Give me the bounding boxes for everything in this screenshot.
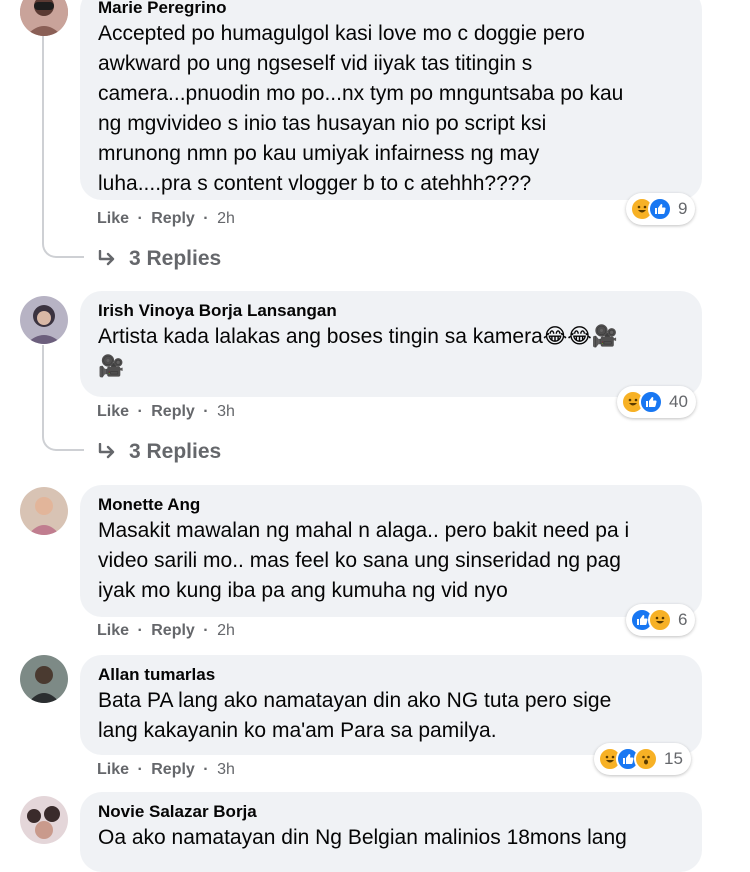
replies-label: 3 Replies — [129, 440, 222, 463]
reply-arrow-icon — [98, 250, 115, 266]
like-link[interactable]: Like — [97, 403, 129, 420]
separator: · — [137, 622, 143, 639]
reaction-summary[interactable]: 6 — [626, 604, 696, 636]
like-link[interactable]: Like — [97, 210, 129, 227]
reaction-count: 6 — [678, 610, 688, 629]
separator: · — [203, 403, 209, 420]
comment-author[interactable]: Monette Ang — [98, 494, 684, 516]
comment-bubble: Marie Peregrino Accepted po humagulgol k… — [80, 0, 702, 200]
comment-text: Accepted po humagulgol kasi love mo c do… — [98, 22, 624, 195]
comment-author[interactable]: Novie Salazar Borja — [98, 801, 684, 823]
separator: · — [203, 210, 209, 227]
comment-actions: Like · Reply · 3h — [97, 761, 235, 779]
replies-label: 3 Replies — [129, 247, 222, 270]
reply-link[interactable]: Reply — [151, 210, 195, 227]
comment-author[interactable]: Irish Vinoya Borja Lansangan — [98, 300, 684, 322]
comment-bubble: Monette Ang Masakit mawalan ng mahal n a… — [80, 485, 702, 617]
reaction-count: 15 — [664, 749, 683, 768]
comment-text: Oa ako namatayan din Ng Belgian malinios… — [98, 826, 627, 849]
comment-author[interactable]: Marie Peregrino — [98, 0, 684, 19]
avatar[interactable] — [20, 796, 68, 844]
avatar[interactable] — [20, 296, 68, 344]
comment-text: Masakit mawalan ng mahal n alaga.. pero … — [98, 519, 630, 602]
reaction-count: 40 — [669, 392, 688, 411]
like-icon — [648, 197, 672, 221]
thread-line — [42, 36, 44, 236]
avatar[interactable] — [20, 0, 68, 36]
view-replies-button[interactable]: 3 Replies — [97, 247, 221, 271]
separator: · — [203, 622, 209, 639]
haha-icon — [648, 608, 672, 632]
comment-bubble: Irish Vinoya Borja Lansangan Artista kad… — [80, 291, 702, 397]
reaction-count: 9 — [678, 199, 688, 218]
like-icon — [639, 390, 663, 414]
comment-actions: Like · Reply · 2h — [97, 622, 235, 640]
reply-link[interactable]: Reply — [151, 622, 195, 639]
reply-arrow-icon — [98, 443, 115, 459]
thread-connector — [42, 236, 84, 258]
comment-bubble: Novie Salazar Borja Oa ako namatayan din… — [80, 792, 702, 872]
comment-time[interactable]: 3h — [217, 761, 235, 778]
comment-text: Bata PA lang ako namatayan din ako NG tu… — [98, 689, 612, 742]
comment-author[interactable]: Allan tumarlas — [98, 664, 684, 686]
avatar[interactable] — [20, 655, 68, 703]
reaction-summary[interactable]: 15 — [594, 743, 691, 775]
wow-icon — [634, 747, 658, 771]
thread-connector — [42, 429, 84, 451]
comment-time[interactable]: 2h — [217, 622, 235, 639]
like-link[interactable]: Like — [97, 761, 129, 778]
reaction-summary[interactable]: 9 — [626, 193, 696, 225]
comment-time[interactable]: 2h — [217, 210, 235, 227]
separator: · — [137, 210, 143, 227]
comment-time[interactable]: 3h — [217, 403, 235, 420]
comment-actions: Like · Reply · 2h — [97, 210, 235, 228]
like-link[interactable]: Like — [97, 622, 129, 639]
reaction-summary[interactable]: 40 — [617, 386, 696, 418]
comment-bubble: Allan tumarlas Bata PA lang ako namataya… — [80, 655, 702, 755]
thread-line — [42, 345, 44, 429]
reply-link[interactable]: Reply — [151, 761, 195, 778]
comment-actions: Like · Reply · 3h — [97, 403, 235, 421]
avatar[interactable] — [20, 487, 68, 535]
comment-text: Artista kada lalakas ang boses tingin sa… — [98, 325, 618, 378]
reply-link[interactable]: Reply — [151, 403, 195, 420]
separator: · — [203, 761, 209, 778]
separator: · — [137, 403, 143, 420]
separator: · — [137, 761, 143, 778]
view-replies-button[interactable]: 3 Replies — [97, 440, 221, 464]
